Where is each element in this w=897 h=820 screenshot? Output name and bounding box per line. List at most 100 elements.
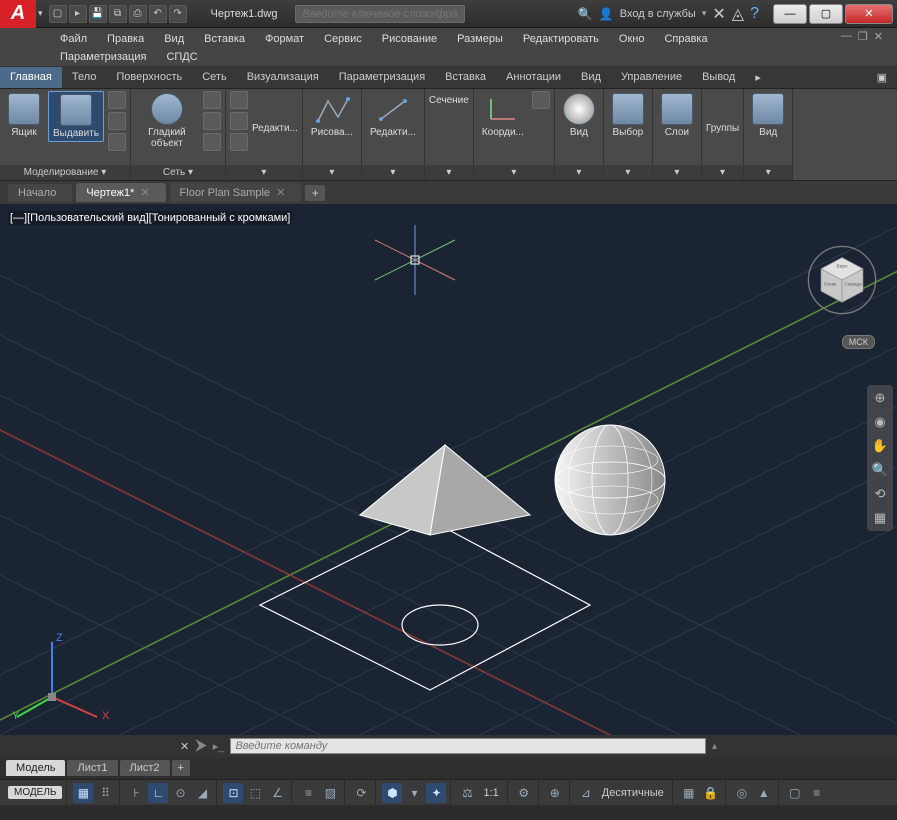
groups-label[interactable]: Группы (706, 123, 739, 134)
mdi-close-icon[interactable]: ✕ (874, 30, 883, 48)
filter-icon[interactable]: ▾ (404, 783, 424, 803)
menu-draw[interactable]: Рисование (372, 30, 447, 48)
ucs-icon[interactable]: X Y Z (12, 627, 112, 727)
file-tab-start[interactable]: Начало (8, 184, 72, 202)
ribbon-tab-visual[interactable]: Визуализация (237, 67, 329, 88)
redo-icon[interactable]: ↷ (169, 5, 187, 23)
cycling-icon[interactable]: ⟳ (351, 783, 371, 803)
wcs-badge[interactable]: МСК (842, 335, 875, 349)
osnap-icon[interactable]: ⊡ (223, 783, 243, 803)
menu-insert[interactable]: Вставка (194, 30, 255, 48)
ribbon-tab-view[interactable]: Вид (571, 67, 611, 88)
hardware-icon[interactable]: ▲ (754, 783, 774, 803)
units-value[interactable]: Десятичные (598, 787, 668, 799)
command-input[interactable] (230, 738, 706, 754)
panel-draw-title[interactable]: ▾ (303, 165, 361, 180)
user-icon[interactable]: 👤 (599, 7, 614, 21)
open-icon[interactable]: ▸ (69, 5, 87, 23)
view-button[interactable]: Вид (559, 91, 599, 140)
panel-edit-title[interactable]: ▾ (226, 165, 302, 180)
maximize-button[interactable]: ▢ (809, 4, 843, 24)
panel-layers-title[interactable]: ▾ (653, 165, 701, 180)
layout-tab-model[interactable]: Модель (6, 760, 65, 776)
close-button[interactable]: ✕ (845, 4, 893, 24)
menu-param[interactable]: Параметризация (50, 48, 156, 66)
menu-modify[interactable]: Редактировать (513, 30, 609, 48)
draw-button[interactable]: Рисова... (307, 91, 357, 140)
edit-tool-2[interactable] (230, 112, 248, 130)
mesh-tool-1[interactable] (203, 91, 221, 109)
orbit-icon[interactable]: ⟲ (871, 485, 889, 503)
help-icon[interactable]: ? (750, 5, 759, 23)
mesh-tool-2[interactable] (203, 112, 221, 130)
ribbon-tab-solid[interactable]: Тело (62, 67, 107, 88)
pan-icon[interactable]: ✋ (871, 437, 889, 455)
exchange-icon[interactable]: ✕ (712, 4, 725, 24)
viewcube[interactable]: Верх Слева Спереди (807, 245, 877, 315)
modeling-tool-1[interactable] (108, 91, 126, 109)
cleanscreen-icon[interactable]: ▢ (785, 783, 805, 803)
tab-close-icon[interactable]: ✕ (140, 186, 149, 199)
ribbon-collapse-icon[interactable]: ▣ (867, 67, 897, 88)
quickprops-icon[interactable]: ▦ (679, 783, 699, 803)
box-button[interactable]: Ящик (4, 91, 44, 140)
login-link[interactable]: Вход в службы (620, 8, 696, 20)
ribbon-tab-insert[interactable]: Вставка (435, 67, 496, 88)
menu-file[interactable]: Файл (50, 30, 97, 48)
tab-close-icon[interactable]: ✕ (276, 186, 285, 199)
menu-view[interactable]: Вид (154, 30, 194, 48)
layout-tab-sheet1[interactable]: Лист1 (67, 760, 117, 776)
panel-modify-title[interactable]: ▾ (362, 165, 424, 180)
coord-tool-1[interactable] (532, 91, 550, 109)
dynamic-ucs-icon[interactable]: ⬢ (382, 783, 402, 803)
login-dropdown-icon[interactable]: ▾ (702, 8, 707, 19)
menu-window[interactable]: Окно (609, 30, 655, 48)
drawing-viewport[interactable]: [—][Пользовательский вид][Тонированный с… (0, 205, 897, 735)
layout-tab-sheet2[interactable]: Лист2 (120, 760, 170, 776)
ribbon-tab-param[interactable]: Параметризация (329, 67, 435, 88)
lock-ui-icon[interactable]: 🔒 (701, 783, 721, 803)
scale-value[interactable]: 1:1 (479, 787, 502, 799)
lineweight-icon[interactable]: ≡ (298, 783, 318, 803)
ribbon-tab-surface[interactable]: Поверхность (106, 67, 192, 88)
isolate-icon[interactable]: ◎ (732, 783, 752, 803)
panel-view2-title[interactable]: ▾ (744, 165, 792, 180)
modeling-tool-2[interactable] (108, 112, 126, 130)
status-model-button[interactable]: МОДЕЛЬ (8, 786, 62, 799)
3dosnap-icon[interactable]: ⬚ (245, 783, 265, 803)
cmdline-close-icon[interactable]: ✕ (180, 740, 189, 753)
panel-coord-title[interactable]: ▾ (474, 165, 554, 180)
ribbon-tab-output[interactable]: Вывод (692, 67, 745, 88)
fullnav-icon[interactable]: ⊕ (871, 389, 889, 407)
layers-button[interactable]: Слои (657, 91, 697, 140)
cmdline-history-icon[interactable]: ⮞ (195, 737, 207, 755)
menu-edit[interactable]: Правка (97, 30, 154, 48)
ribbon-tab-manage[interactable]: Управление (611, 67, 692, 88)
mdi-restore-icon[interactable]: ❐ (858, 30, 868, 48)
otrack-icon[interactable]: ∠ (267, 783, 287, 803)
minimize-button[interactable]: — (773, 4, 807, 24)
panel-section-title[interactable]: ▾ (425, 165, 473, 180)
saveas-icon[interactable]: ⧉ (109, 5, 127, 23)
file-tab-floorplan[interactable]: Floor Plan Sample✕ (170, 183, 302, 202)
search-input[interactable] (295, 5, 465, 23)
snap-toggle-icon[interactable]: ⠿ (95, 783, 115, 803)
ortho-icon[interactable]: ∟ (148, 783, 168, 803)
modify-button[interactable]: Редакти... (366, 91, 420, 140)
grid-toggle-icon[interactable]: ▦ (73, 783, 93, 803)
select-button[interactable]: Выбор (608, 91, 648, 140)
extrude-button[interactable]: Выдавить (48, 91, 104, 142)
mdi-minimize-icon[interactable]: — (841, 30, 852, 48)
a360-icon[interactable]: ◬ (732, 4, 744, 24)
save-icon[interactable]: 💾 (89, 5, 107, 23)
units-icon[interactable]: ⊿ (576, 783, 596, 803)
gizmo-icon[interactable]: ✦ (426, 783, 446, 803)
workspace-icon[interactable]: ⚙ (514, 783, 534, 803)
panel-groups-title[interactable]: ▾ (702, 165, 743, 180)
ribbon-overflow-icon[interactable]: ▸ (745, 67, 771, 88)
coord-button[interactable]: Коорди... (478, 91, 528, 140)
file-tab-drawing1[interactable]: Чертеж1*✕ (76, 183, 165, 202)
panel-view-title[interactable]: ▾ (555, 165, 603, 180)
zoom-icon[interactable]: 🔍 (871, 461, 889, 479)
panel-mesh-title[interactable]: Сеть ▾ (131, 165, 225, 180)
